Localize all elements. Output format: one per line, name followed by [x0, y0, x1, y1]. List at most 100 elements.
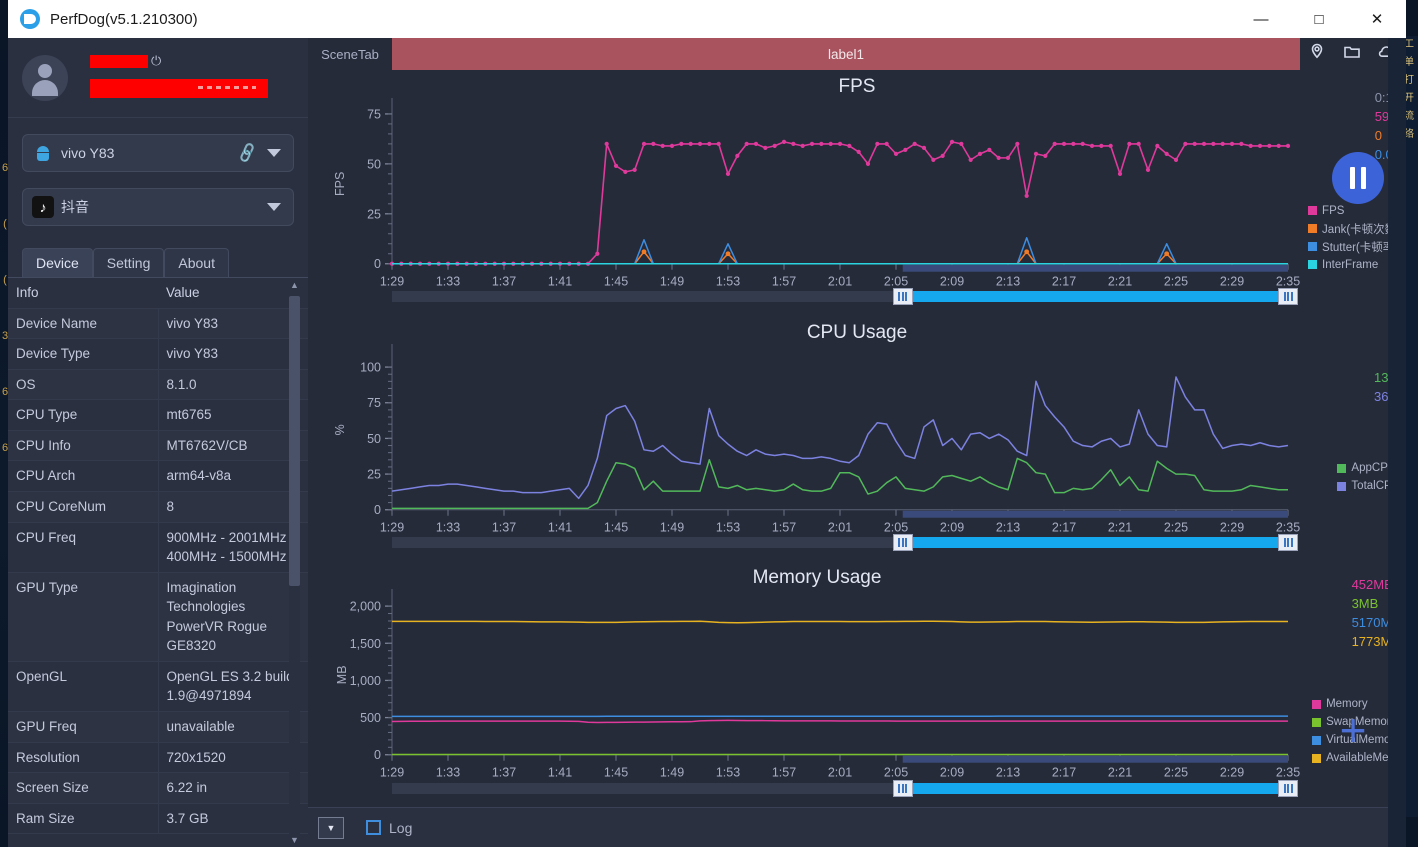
footer-dropdown-button[interactable]: ▼ [318, 816, 344, 839]
table-row[interactable]: CPU Arch arm64-v8a [8, 460, 308, 492]
scrubber-handle-left[interactable] [892, 779, 913, 797]
table-row[interactable]: CPU CoreNum 8 [8, 491, 308, 523]
triangle-down-icon[interactable]: ▼ [289, 833, 300, 847]
location-pin-icon[interactable] [1308, 43, 1326, 66]
time-range-scrubber[interactable] [392, 288, 1298, 306]
scrubber-handle-left[interactable] [892, 288, 913, 306]
scrubber-handle-right[interactable] [1278, 779, 1298, 797]
info-value: Imagination Technologies PowerVR Rogue G… [158, 572, 308, 662]
info-value: MT6762V/CB [158, 430, 308, 462]
info-key: Device Name [8, 308, 159, 340]
info-key: CPU CoreNum [8, 491, 159, 523]
chart-cpu-usage: CPU Usage 0 25 50 75 100 1:29 1:33 1:37 1:41 1:45 1… [308, 316, 1406, 562]
time-range-scrubber[interactable] [392, 779, 1298, 797]
tab-about[interactable]: About [164, 248, 229, 277]
legend-label: Stutter(卡顿率) [1322, 241, 1399, 254]
add-chart-button[interactable]: + [1330, 707, 1376, 755]
folder-icon[interactable] [1343, 43, 1361, 66]
chevron-down-icon[interactable] [267, 203, 281, 211]
user-block: ⏻ [8, 38, 308, 118]
legend-item[interactable]: Jank(卡顿次数) [1308, 220, 1400, 238]
chart-legend: FPS Jank(卡顿次数) Stutter(卡顿率) InterFrame [1308, 202, 1400, 274]
log-checkbox[interactable] [366, 820, 381, 835]
app-select[interactable]: ♪ 抖音 [22, 188, 294, 226]
triangle-up-icon[interactable]: ▲ [289, 278, 300, 292]
legend-item[interactable]: Stutter(卡顿率) [1308, 238, 1400, 256]
titlebar[interactable]: PerfDog(v5.1.210300) — □ ✕ [8, 0, 1406, 38]
scrubber-handle-right[interactable] [1278, 533, 1298, 551]
svg-text:2:29: 2:29 [1220, 766, 1244, 780]
scene-tab-label[interactable]: SceneTab [308, 38, 392, 70]
window-body: ⏻ vivo Y83 🔗 ♪ 抖音 Device Setting About I… [8, 38, 1406, 847]
svg-text:1:33: 1:33 [436, 275, 460, 289]
usb-link-icon[interactable]: 🔗 [236, 141, 259, 164]
svg-text:2,000: 2,000 [350, 600, 381, 614]
svg-text:0: 0 [374, 257, 381, 271]
minimize-button[interactable]: — [1232, 0, 1290, 38]
svg-text:2:21: 2:21 [1108, 275, 1132, 289]
chevron-down-icon[interactable] [267, 149, 281, 157]
svg-text:1:57: 1:57 [772, 766, 796, 780]
svg-text:2:35: 2:35 [1276, 520, 1300, 534]
user-avatar-icon[interactable] [22, 54, 68, 101]
tab-device[interactable]: Device [22, 248, 93, 277]
table-row[interactable]: CPU Freq 900MHz - 2001MHz 400MHz - 1500MH… [8, 522, 308, 573]
table-row[interactable]: CPU Info MT6762V/CB [8, 430, 308, 462]
maximize-button[interactable]: □ [1290, 0, 1348, 38]
scene-label1[interactable]: label1 [392, 38, 1300, 70]
time-range-scrubber[interactable] [392, 533, 1298, 551]
svg-text:1:37: 1:37 [492, 520, 516, 534]
svg-text:1:37: 1:37 [492, 766, 516, 780]
scrubber-handle-right[interactable] [1278, 288, 1298, 306]
info-value: unavailable [158, 711, 308, 743]
plot-canvas[interactable]: 0 25 50 75 100 1:29 1:33 1:37 1:41 1:45 1:49 1:53 1:… [308, 316, 1406, 562]
pause-button[interactable] [1332, 152, 1384, 204]
svg-text:2:17: 2:17 [1052, 520, 1076, 534]
scrollbar-thumb[interactable] [289, 296, 300, 586]
svg-text:1:53: 1:53 [716, 275, 740, 289]
android-icon [31, 145, 55, 161]
close-button[interactable]: ✕ [1348, 0, 1406, 38]
tab-setting[interactable]: Setting [92, 248, 165, 277]
svg-text:1,500: 1,500 [350, 637, 381, 651]
device-select[interactable]: vivo Y83 🔗 [22, 134, 294, 172]
svg-text:50: 50 [367, 157, 381, 171]
column-header-value: Value [158, 278, 308, 309]
table-row[interactable]: Ram Size 3.7 GB [8, 803, 308, 835]
info-table-scrollbar[interactable]: ▲ ▼ [289, 278, 300, 847]
power-icon[interactable]: ⏻ [151, 54, 165, 68]
legend-item[interactable]: FPS [1308, 202, 1400, 220]
svg-text:2:29: 2:29 [1220, 275, 1244, 289]
pause-icon [1361, 167, 1366, 189]
table-row[interactable]: GPU Freq unavailable [8, 711, 308, 743]
svg-text:2:25: 2:25 [1164, 520, 1188, 534]
table-row[interactable]: Device Type vivo Y83 [8, 338, 308, 370]
info-value: vivo Y83 [158, 338, 308, 370]
table-row[interactable]: Device Name vivo Y83 [8, 308, 308, 340]
legend-item[interactable]: InterFrame [1308, 256, 1400, 274]
info-value: 6.22 in [158, 772, 308, 804]
table-row[interactable]: OS 8.1.0 [8, 369, 308, 401]
svg-text:25: 25 [367, 467, 381, 481]
svg-text:2:05: 2:05 [884, 275, 908, 289]
table-row[interactable]: Resolution 720x1520 [8, 742, 308, 774]
svg-text:2:01: 2:01 [828, 275, 852, 289]
plot-canvas[interactable]: 0 25 50 75 1:29 1:33 1:37 1:41 1:45 1:49 1:53 1:57 2… [308, 70, 1406, 316]
svg-text:2:05: 2:05 [884, 766, 908, 780]
info-key: GPU Freq [8, 711, 159, 743]
device-info-table-wrap: Info Value Device Name vivo Y83 Device Typ… [8, 277, 308, 847]
window-buttons: — □ ✕ [1232, 0, 1406, 38]
table-row[interactable]: CPU Type mt6765 [8, 399, 308, 431]
table-row[interactable]: GPU Type Imagination Technologies PowerVR… [8, 572, 308, 662]
svg-text:2:13: 2:13 [996, 275, 1020, 289]
svg-text:1:49: 1:49 [660, 520, 684, 534]
svg-text:100: 100 [360, 360, 381, 374]
table-row[interactable]: Screen Size 6.22 in [8, 772, 308, 804]
scrubber-handle-left[interactable] [892, 533, 913, 551]
svg-text:1:57: 1:57 [772, 520, 796, 534]
table-row[interactable]: OpenGL OpenGL ES 3.2 build 1.9@4971894 [8, 661, 308, 713]
legend-swatch [1312, 735, 1322, 745]
svg-text:2:29: 2:29 [1220, 520, 1244, 534]
plot-canvas[interactable]: 0 500 1,000 1,500 2,000 1:29 1:33 1:37 1:41 1:45 1… [308, 561, 1406, 807]
pause-icon [1350, 167, 1355, 189]
